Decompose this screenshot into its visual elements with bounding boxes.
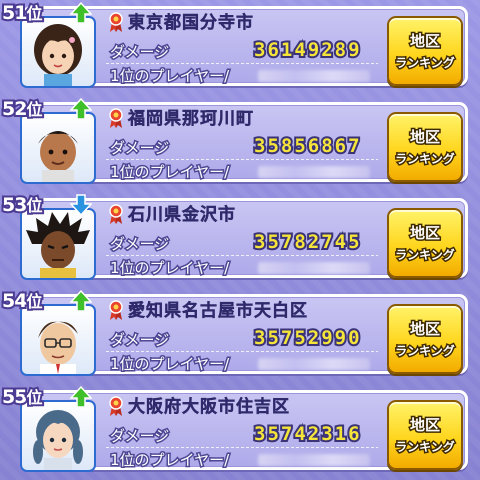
medal-ribbon-icon — [109, 396, 123, 416]
damage-label: ダメージ — [108, 426, 170, 447]
damage-value: 35856867 — [252, 133, 362, 159]
region-ranking-button[interactable]: 地区 ランキング — [387, 304, 463, 374]
region-name: 福岡県那珂川町 — [128, 109, 254, 129]
top-player-label: 1位のプレイヤー/ — [108, 450, 230, 471]
damage-value: 35782745 — [252, 229, 362, 255]
region-ranking-button[interactable]: 地区 ランキング — [387, 112, 463, 182]
divider — [106, 255, 378, 256]
region-name: 東京都国分寺市 — [128, 13, 254, 33]
boy-avatar-icon — [38, 131, 78, 182]
top-player-label: 1位のプレイヤー/ — [108, 162, 230, 183]
button-label-line1: 地区 — [408, 31, 441, 52]
hidden-player-name — [258, 454, 370, 466]
hidden-player-name — [258, 70, 370, 82]
ranking-row: 51位 東京都国分寺市 ダメージ 36149289 1位のプレイヤー/ 地区 ラ… — [0, 0, 480, 92]
region-ranking-button[interactable]: 地区 ランキング — [387, 16, 463, 86]
green-up-arrow-icon — [70, 290, 92, 312]
button-label-line2: ランキング — [394, 151, 457, 168]
avatar — [20, 112, 96, 184]
hidden-player-name — [258, 166, 370, 178]
ranking-row: 53位 石川県金沢市 ダメージ 35782745 1位のプレイヤー/ 地区 ラン… — [0, 192, 480, 284]
damage-label: ダメージ — [108, 330, 170, 351]
region-name: 石川県金沢市 — [128, 205, 236, 225]
avatar — [20, 400, 96, 472]
medal-ribbon-icon — [109, 204, 123, 224]
dreadlocks-avatar-icon — [26, 212, 90, 278]
button-label-line2: ランキング — [394, 439, 457, 456]
divider — [106, 351, 378, 352]
button-label-line1: 地区 — [408, 415, 441, 436]
girl-avatar-icon — [34, 24, 82, 86]
region-name: 愛知県名古屋市天白区 — [128, 301, 308, 321]
top-player-label: 1位のプレイヤー/ — [108, 354, 230, 375]
avatar — [20, 208, 96, 280]
damage-label: ダメージ — [108, 234, 170, 255]
medal-ribbon-icon — [109, 108, 123, 128]
damage-label: ダメージ — [108, 42, 170, 63]
hidden-player-name — [258, 358, 370, 370]
divider — [106, 63, 378, 64]
damage-value: 36149289 — [252, 37, 362, 63]
damage-value: 35742316 — [252, 421, 362, 447]
top-player-label: 1位のプレイヤー/ — [108, 258, 230, 279]
divider — [106, 159, 378, 160]
green-up-arrow-icon — [70, 2, 92, 24]
avatar — [20, 16, 96, 88]
ranking-screen: 51位 東京都国分寺市 ダメージ 36149289 1位のプレイヤー/ 地区 ラ… — [0, 0, 480, 480]
blue-down-arrow-icon — [70, 194, 92, 216]
button-label-line2: ランキング — [394, 247, 457, 264]
avatar — [20, 304, 96, 376]
rank-number: 54位 — [0, 288, 44, 314]
rank-number: 53位 — [0, 192, 44, 218]
rank-number: 51位 — [0, 0, 44, 26]
ranking-row: 55位 大阪府大阪市住吉区 ダメージ 35742316 1位のプレイヤー/ 地区… — [0, 384, 480, 476]
button-label-line1: 地区 — [408, 127, 441, 148]
region-ranking-button[interactable]: 地区 ランキング — [387, 400, 463, 470]
rank-number: 52位 — [0, 96, 44, 122]
glasses-man-avatar-icon — [38, 321, 78, 374]
top-player-label: 1位のプレイヤー/ — [108, 66, 230, 87]
damage-value: 35752990 — [252, 325, 362, 351]
damage-label: ダメージ — [108, 138, 170, 159]
green-up-arrow-icon — [70, 98, 92, 120]
button-label-line2: ランキング — [394, 343, 457, 360]
ranking-row: 52位 福岡県那珂川町 ダメージ 35856867 1位のプレイヤー/ 地区 ラ… — [0, 96, 480, 188]
button-label-line2: ランキング — [394, 55, 457, 72]
braids-girl-avatar-icon — [33, 410, 83, 470]
rank-number: 55位 — [0, 384, 44, 410]
button-label-line1: 地区 — [408, 319, 441, 340]
button-label-line1: 地区 — [408, 223, 441, 244]
medal-ribbon-icon — [109, 300, 123, 320]
region-name: 大阪府大阪市住吉区 — [128, 397, 290, 417]
divider — [106, 447, 378, 448]
medal-ribbon-icon — [109, 12, 123, 32]
ranking-row: 54位 愛知県名古屋市天白区 ダメージ 35752990 1位のプレイヤー/ 地… — [0, 288, 480, 380]
hidden-player-name — [258, 262, 370, 274]
green-up-arrow-icon — [70, 386, 92, 408]
region-ranking-button[interactable]: 地区 ランキング — [387, 208, 463, 278]
